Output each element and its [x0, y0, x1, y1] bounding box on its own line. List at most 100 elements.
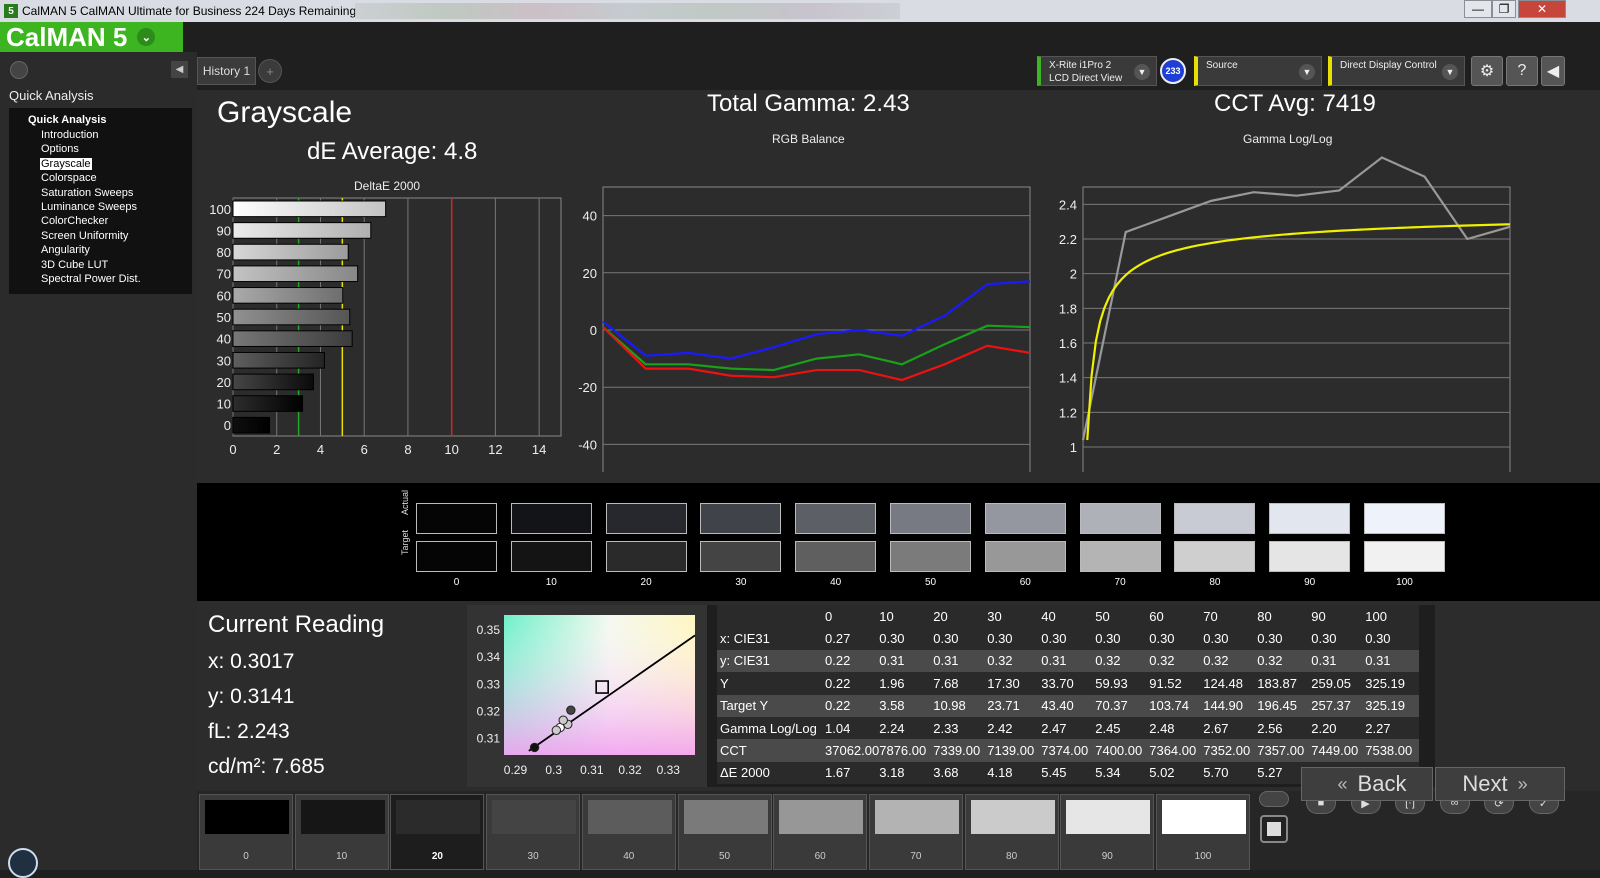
tree-root[interactable]: Quick Analysis	[28, 114, 192, 126]
table-cell: 0.31	[1365, 649, 1420, 673]
probe-badge[interactable]: 233	[1160, 58, 1186, 84]
deltae-y-tick: 40	[217, 332, 231, 347]
table-cell: 325.19	[1365, 672, 1420, 695]
patch-preview	[1066, 800, 1151, 834]
table-cell: 0.32	[1095, 649, 1150, 673]
patch-button[interactable]: 50	[677, 794, 772, 870]
sidebar-item-colorspace[interactable]: Colorspace	[28, 171, 192, 185]
collapse-sidebar-button[interactable]: ◀	[171, 61, 188, 78]
patch-button[interactable]: 60	[773, 794, 868, 870]
sidebar-item-luminance-sweeps[interactable]: Luminance Sweeps	[28, 200, 192, 214]
table-cell: 0.32	[1257, 649, 1312, 673]
patch-button[interactable]: 100	[1156, 794, 1250, 870]
table-cell: 2.33	[933, 716, 988, 740]
gamma-chart: 2.42.221.81.61.41.2101020304050607080901…	[1059, 156, 1511, 472]
actual-swatch	[1174, 503, 1256, 534]
table-cell: 0.32	[1203, 649, 1258, 673]
table-row-label: Target Y	[717, 694, 825, 717]
reading-fl: fL: 2.243	[208, 720, 290, 743]
deltae-x-tick: 4	[317, 442, 324, 457]
minimize-button[interactable]: —	[1464, 0, 1492, 18]
swatch-level-label: 60	[1019, 577, 1031, 588]
stop-all-button[interactable]	[1260, 815, 1288, 843]
display-control-selector[interactable]: Direct Display Control ▼	[1328, 56, 1465, 86]
sidebar-item-options[interactable]: Options	[28, 142, 192, 156]
deltae-x-tick: 2	[273, 442, 280, 457]
deltae-x-tick: 0	[229, 442, 236, 457]
add-tab-button[interactable]: +	[258, 59, 282, 83]
table-cell: 5.45	[1041, 761, 1096, 785]
next-button[interactable]: Next »	[1435, 767, 1565, 801]
actual-swatch	[1269, 503, 1351, 534]
sidebar-item-saturation-sweeps[interactable]: Saturation Sweeps	[28, 186, 192, 200]
actual-swatch	[1079, 503, 1161, 534]
maximize-button[interactable]: ❐	[1492, 0, 1516, 18]
close-button[interactable]: ✕	[1518, 0, 1566, 18]
y-tick: 0	[590, 323, 597, 338]
patch-button[interactable]: 10	[294, 794, 389, 870]
meter-selector[interactable]: X-Rite i1Pro 2 LCD Direct View ▼	[1037, 56, 1157, 86]
page-title: Grayscale	[217, 96, 353, 129]
table-row-label: x: CIE31	[717, 627, 825, 650]
source-selector[interactable]: Source ▼	[1194, 56, 1322, 86]
patch-button[interactable]: 70	[868, 794, 963, 870]
deltae-y-tick: 70	[217, 267, 231, 282]
table-cell: 7352.00	[1203, 739, 1258, 762]
sidebar-item-introduction[interactable]: Introduction	[28, 128, 192, 142]
sidebar-item-screen-uniformity[interactable]: Screen Uniformity	[28, 229, 192, 243]
calman-logo-button[interactable]: CalMAN 5 ⌄	[0, 22, 183, 52]
cie-y-tick: 0.34	[477, 650, 501, 664]
help-icon[interactable]: ?	[1506, 56, 1538, 86]
patch-button[interactable]: 80	[964, 794, 1059, 870]
patch-button[interactable]: 20	[390, 794, 485, 870]
table-cell: 59.93	[1095, 672, 1150, 695]
table-cell: 259.05	[1311, 672, 1366, 695]
remote-icon[interactable]	[1259, 791, 1289, 807]
window-title: CalMAN 5 CalMAN Ultimate for Business 22…	[22, 4, 357, 18]
sidebar-item-grayscale[interactable]: Grayscale	[28, 157, 192, 171]
tab-history-1[interactable]: History 1	[197, 57, 256, 85]
patch-button[interactable]: 40	[581, 794, 676, 870]
patch-label: 30	[527, 851, 539, 862]
pin-icon[interactable]	[10, 61, 28, 79]
patch-label: 100	[1194, 851, 1212, 862]
table-header-cell: 80	[1257, 605, 1312, 628]
sidebar: ◀ Quick Analysis Quick Analysis Introduc…	[0, 52, 197, 870]
cie-x-tick: 0.31	[580, 763, 604, 777]
table-cell: 0.31	[879, 649, 934, 673]
double-right-icon: »	[1517, 773, 1528, 794]
patch-preview	[205, 800, 289, 834]
table-cell: 7364.00	[1149, 739, 1204, 762]
chevron-down-icon: ⌄	[137, 28, 156, 46]
sidebar-item-3d-cube-lut[interactable]: 3D Cube LUT	[28, 258, 192, 272]
back-button[interactable]: « Back	[1301, 767, 1433, 801]
table-cell: 0.30	[1203, 627, 1258, 650]
table-cell: 5.34	[1095, 761, 1150, 785]
actual-swatch	[700, 503, 782, 534]
patch-button[interactable]: 0	[199, 794, 293, 870]
title-bar: 5 CalMAN 5 CalMAN Ultimate for Business …	[0, 0, 1600, 22]
collapse-icon[interactable]: ◀	[1541, 56, 1565, 86]
deltae-bar	[232, 222, 372, 239]
deltae-chart: 0 2 4 6 8 10 12 141009080706050403020100	[209, 197, 562, 457]
y-tick: -20	[578, 380, 597, 395]
sidebar-item-spectral-power[interactable]: Spectral Power Dist.	[28, 272, 192, 286]
taskbar-strip	[355, 3, 900, 19]
table-cell: 0.30	[1095, 627, 1150, 650]
deltae-y-tick: 50	[217, 310, 231, 325]
target-swatch	[984, 541, 1066, 572]
sidebar-item-angularity[interactable]: Angularity	[28, 243, 192, 257]
patch-button[interactable]: 90	[1060, 794, 1155, 870]
patch-button[interactable]: 30	[486, 794, 581, 870]
patch-preview	[300, 800, 385, 834]
sidebar-item-colorchecker[interactable]: ColorChecker	[28, 214, 192, 228]
table-cell: 37062.00	[825, 739, 880, 762]
table-cell: 325.19	[1365, 694, 1420, 717]
main-panel: History 1 + X-Rite i1Pro 2 LCD Direct Vi…	[197, 52, 1600, 870]
table-header-cell: 20	[933, 605, 988, 628]
gear-icon[interactable]: ⚙	[1471, 56, 1503, 86]
chevron-down-icon: ▼	[1134, 64, 1150, 80]
table-cell: 0.22	[825, 694, 880, 717]
cie-x-tick: 0.33	[657, 763, 681, 777]
table-cell: 7400.00	[1095, 739, 1150, 762]
